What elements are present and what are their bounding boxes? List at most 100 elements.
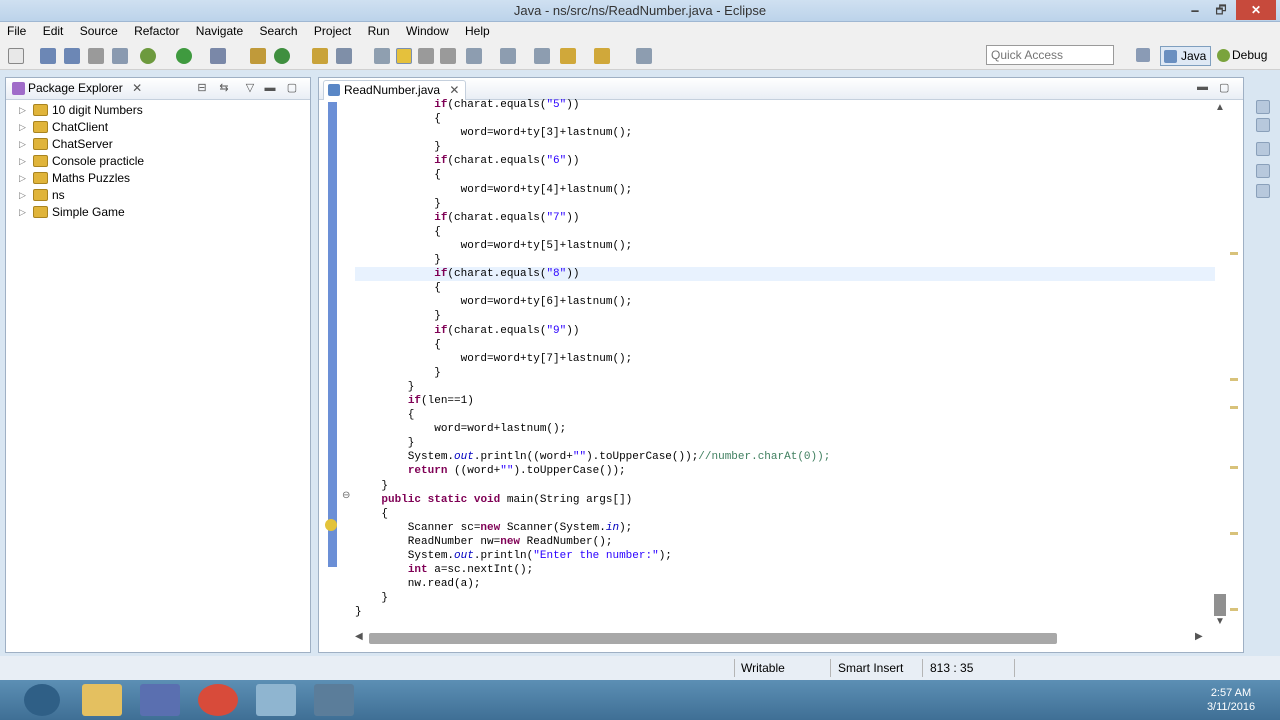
code-line[interactable]: { — [355, 225, 1215, 239]
view-menu-icon[interactable]: ▽ — [244, 82, 256, 94]
eclipse-taskbar-icon[interactable] — [140, 684, 180, 716]
horizontal-scroll-thumb[interactable] — [369, 633, 1057, 644]
code-line[interactable]: { — [355, 338, 1215, 352]
block-selection-icon[interactable] — [440, 48, 456, 64]
menu-edit[interactable]: Edit — [36, 22, 70, 38]
code-line[interactable]: } — [355, 366, 1215, 380]
vertical-scroll-thumb[interactable] — [1214, 594, 1226, 616]
code-line[interactable]: } — [355, 140, 1215, 154]
forward-icon[interactable] — [594, 48, 610, 64]
perspective-debug-button[interactable]: Debug — [1214, 46, 1267, 66]
tree-item-project[interactable]: ▷ Console practicle — [6, 153, 310, 170]
expand-icon[interactable]: ▷ — [19, 187, 26, 204]
code-line[interactable]: } — [355, 253, 1215, 267]
last-edit-icon[interactable] — [534, 48, 550, 64]
run-icon[interactable] — [140, 48, 156, 64]
save-all-icon[interactable] — [64, 48, 80, 64]
fold-toggle-icon[interactable]: ⊖ — [342, 490, 350, 501]
tree-item-project[interactable]: ▷ ns — [6, 187, 310, 204]
code-line[interactable]: word=word+ty[6]+lastnum(); — [355, 295, 1215, 309]
collapse-all-icon[interactable]: ⊟ — [196, 82, 208, 94]
code-line[interactable]: } — [355, 197, 1215, 211]
open-perspective-icon[interactable] — [1136, 48, 1150, 62]
app-cube-icon[interactable] — [256, 684, 296, 716]
code-line[interactable]: word=word+lastnum(); — [355, 422, 1215, 436]
scroll-right-icon[interactable]: ▶ — [1195, 631, 1203, 642]
vertical-scrollbar[interactable]: ▲ ▼ — [1213, 102, 1227, 630]
code-line[interactable]: { — [355, 112, 1215, 126]
ruler-marker[interactable] — [1230, 406, 1238, 409]
minimize-button[interactable]: 🗕 — [1182, 0, 1208, 20]
menu-search[interactable]: Search — [253, 22, 304, 38]
toggle-highlight-icon[interactable] — [396, 48, 412, 64]
minimize-view-icon[interactable]: ▬ — [264, 82, 276, 94]
maximize-editor-icon[interactable]: ▢ — [1219, 81, 1229, 94]
code-line[interactable]: } — [355, 605, 1215, 619]
menu-navigate[interactable]: Navigate — [189, 22, 249, 38]
expand-icon[interactable]: ▷ — [19, 170, 26, 187]
pin-editor-icon[interactable] — [636, 48, 652, 64]
code-line[interactable]: } — [355, 436, 1215, 450]
code-line[interactable]: System.out.println("Enter the number:"); — [355, 549, 1215, 563]
print-icon[interactable] — [88, 48, 104, 64]
code-line[interactable]: { — [355, 507, 1215, 521]
code-line[interactable]: if(charat.equals("8")) — [355, 267, 1215, 282]
prev-annotation-icon[interactable] — [500, 48, 516, 64]
code-line[interactable]: } — [355, 380, 1215, 394]
expand-icon[interactable]: ▷ — [19, 102, 26, 119]
close-icon[interactable]: ✕ — [449, 83, 459, 97]
scroll-up-icon[interactable]: ▲ — [1215, 102, 1225, 113]
warning-icon[interactable] — [325, 519, 337, 531]
scroll-down-icon[interactable]: ▼ — [1215, 616, 1225, 627]
close-icon[interactable]: ✕ — [132, 81, 142, 95]
ruler-marker[interactable] — [1230, 532, 1238, 535]
problems-view-icon[interactable] — [1256, 164, 1270, 178]
external-tools-icon[interactable] — [176, 48, 192, 64]
task-list-icon[interactable] — [1256, 142, 1270, 156]
code-line[interactable]: { — [355, 281, 1215, 295]
code-line[interactable]: Scanner sc=new Scanner(System.in); — [355, 521, 1215, 535]
chrome-icon[interactable] — [198, 684, 238, 716]
tray-clock[interactable]: 2:57 AM 3/11/2016 — [1196, 686, 1266, 714]
code-line[interactable]: public static void main(String args[]) — [355, 493, 1215, 507]
menu-refactor[interactable]: Refactor — [127, 22, 185, 38]
ruler-marker[interactable] — [1230, 378, 1238, 381]
link-with-editor-icon[interactable]: ⇆ — [218, 82, 230, 94]
code-line[interactable]: } — [355, 309, 1215, 323]
menu-file[interactable]: File — [0, 22, 32, 38]
code-line[interactable]: } — [355, 479, 1215, 493]
code-line[interactable]: word=word+ty[7]+lastnum(); — [355, 352, 1215, 366]
expand-icon[interactable]: ▷ — [19, 153, 26, 170]
maximize-view-icon[interactable]: ▢ — [286, 82, 298, 94]
overview-ruler[interactable] — [1229, 102, 1241, 630]
code-line[interactable]: if(charat.equals("5")) — [355, 98, 1215, 112]
new-icon[interactable] — [8, 48, 24, 64]
search-icon[interactable] — [336, 48, 352, 64]
app-window-icon[interactable] — [314, 684, 354, 716]
close-button[interactable]: ✕ — [1236, 0, 1276, 20]
horizontal-scrollbar[interactable]: ◀ ▶ — [353, 631, 1209, 645]
tree-item-project[interactable]: ▷ ChatClient — [6, 119, 310, 136]
code-line[interactable]: if(charat.equals("6")) — [355, 154, 1215, 168]
ruler-marker[interactable] — [1230, 252, 1238, 255]
code-line[interactable]: word=word+ty[5]+lastnum(); — [355, 239, 1215, 253]
code-line[interactable]: if(charat.equals("7")) — [355, 211, 1215, 225]
tree-item-project[interactable]: ▷ 10 digit Numbers — [6, 102, 310, 119]
code-line[interactable]: if(charat.equals("9")) — [355, 324, 1215, 338]
menu-window[interactable]: Window — [399, 22, 455, 38]
open-type-icon[interactable] — [312, 48, 328, 64]
code-line[interactable]: int a=sc.nextInt(); — [355, 563, 1215, 577]
expand-icon[interactable]: ▷ — [19, 119, 26, 136]
ruler-marker[interactable] — [1230, 608, 1238, 611]
ruler-marker[interactable] — [1230, 466, 1238, 469]
tree-item-project[interactable]: ▷ Simple Game — [6, 204, 310, 221]
code-area[interactable]: if(charat.equals("5")) { word=word+ty[3]… — [355, 98, 1215, 619]
back-icon[interactable] — [560, 48, 576, 64]
quick-access-input[interactable] — [986, 45, 1114, 65]
show-whitespace-icon[interactable] — [418, 48, 434, 64]
save-icon[interactable] — [40, 48, 56, 64]
menu-source[interactable]: Source — [73, 22, 124, 38]
tree-item-project[interactable]: ▷ ChatServer — [6, 136, 310, 153]
expand-icon[interactable]: ▷ — [19, 136, 26, 153]
code-line[interactable]: nw.read(a); — [355, 577, 1215, 591]
